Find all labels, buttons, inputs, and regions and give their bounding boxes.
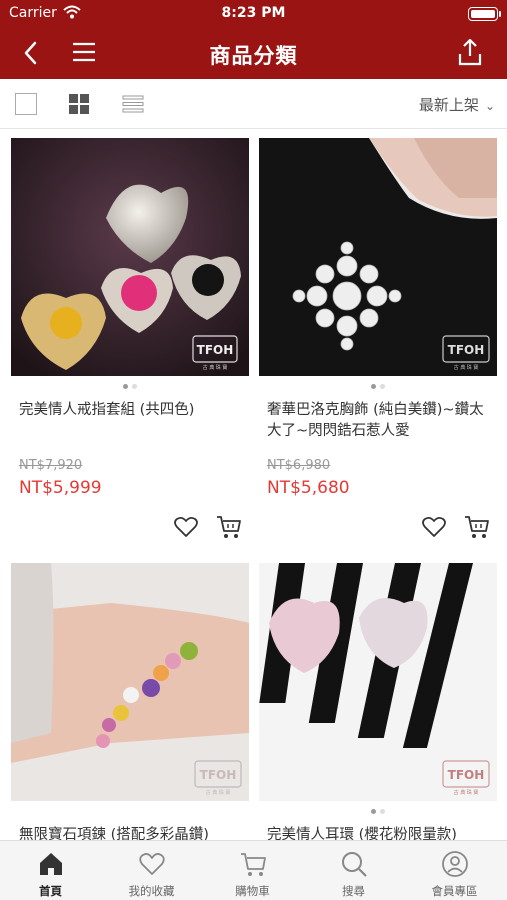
watermark-subtext: 古 典 珠 寶 xyxy=(454,789,479,796)
image-pager xyxy=(11,384,249,389)
original-price: NT$7,920 xyxy=(19,458,83,473)
sort-label: 最新上架 xyxy=(418,96,479,114)
nav-bar: 商品分類 xyxy=(0,28,507,79)
watermark-text: TFOH xyxy=(448,343,485,357)
product-name[interactable]: 完美情人耳環 (櫻花粉限量款) xyxy=(267,825,495,840)
sale-price: NT$5,680 xyxy=(267,478,350,498)
tab-label: 我的收藏 xyxy=(128,884,175,898)
heart-icon xyxy=(139,853,165,875)
watermark-text: TFOH xyxy=(448,768,485,782)
sort-dropdown[interactable]: 最新上架 ⌄ xyxy=(419,94,495,115)
tab-label: 購物車 xyxy=(235,884,270,898)
product-card[interactable]: TFOH 古 典 珠 寶 完美情人戒指套組 (共四色) NT$7,920 NT$… xyxy=(11,138,249,548)
product-name[interactable]: 完美情人戒指套組 (共四色) xyxy=(19,400,247,421)
original-price: NT$6,980 xyxy=(267,458,331,473)
sale-price: NT$5,999 xyxy=(19,478,102,498)
tab-label: 搜尋 xyxy=(342,884,365,898)
product-image[interactable]: TFOH 古 典 珠 寶 xyxy=(11,563,249,801)
product-card[interactable]: TFOH 古 典 珠 寶 奢華巴洛克胸飾 (純白美鑽)~鑽太大了~閃閃鋯石惹人愛… xyxy=(259,138,497,548)
bottom-tab-bar: 首頁 我的收藏 購物車 搜尋 會員專區 xyxy=(0,840,507,900)
cart-icon xyxy=(241,853,266,876)
watermark-text: TFOH xyxy=(197,343,234,357)
top-bar: Carrier 8:23 PM 商品分類 xyxy=(0,0,507,79)
tab-favorites[interactable]: 我的收藏 xyxy=(101,841,202,900)
product-name[interactable]: 奢華巴洛克胸飾 (純白美鑽)~鑽太大了~閃閃鋯石惹人愛 xyxy=(267,400,495,442)
battery-icon xyxy=(468,7,498,21)
tab-member[interactable]: 會員專區 xyxy=(404,841,505,900)
tab-label: 首頁 xyxy=(39,884,62,898)
product-name[interactable]: 無限寶石項鍊 (搭配多彩晶鑽) xyxy=(19,825,247,840)
status-time: 8:23 PM xyxy=(221,5,286,21)
product-image[interactable]: TFOH 古 典 珠 寶 xyxy=(259,138,497,376)
product-image[interactable]: TFOH 古 典 珠 寶 xyxy=(259,563,497,801)
image-pager xyxy=(259,384,497,389)
cart-icon[interactable] xyxy=(464,514,490,540)
search-icon xyxy=(342,852,367,877)
product-grid: TFOH 古 典 珠 寶 完美情人戒指套組 (共四色) NT$7,920 NT$… xyxy=(0,130,507,840)
product-card[interactable]: TFOH 古 典 珠 寶 完美情人耳環 (櫻花粉限量款) xyxy=(259,563,497,840)
product-card[interactable]: TFOH 古 典 珠 寶 無限寶石項鍊 (搭配多彩晶鑽) xyxy=(11,563,249,840)
single-view-icon[interactable] xyxy=(15,93,37,115)
image-pager xyxy=(259,809,497,814)
page-title: 商品分類 xyxy=(209,44,298,68)
grid-view-icon[interactable] xyxy=(68,93,90,115)
product-image[interactable]: TFOH 古 典 珠 寶 xyxy=(11,138,249,376)
share-icon[interactable] xyxy=(457,38,483,66)
chevron-down-icon: ⌄ xyxy=(484,99,495,113)
cart-icon[interactable] xyxy=(216,514,242,540)
tab-label: 會員專區 xyxy=(431,884,478,898)
watermark-text: TFOH xyxy=(200,768,237,782)
tab-cart[interactable]: 購物車 xyxy=(202,841,303,900)
view-toolbar: 最新上架 ⌄ xyxy=(0,79,507,129)
tab-home[interactable]: 首頁 xyxy=(0,841,101,900)
user-icon xyxy=(442,851,468,877)
heart-icon[interactable] xyxy=(174,516,198,538)
home-icon xyxy=(40,853,62,875)
watermark-subtext: 古 典 珠 寶 xyxy=(454,364,479,371)
heart-icon[interactable] xyxy=(422,516,446,538)
list-view-icon[interactable] xyxy=(122,93,144,115)
watermark-subtext: 古 典 珠 寶 xyxy=(203,364,228,371)
watermark-subtext: 古 典 珠 寶 xyxy=(206,789,231,796)
status-bar: Carrier 8:23 PM xyxy=(0,0,507,28)
tab-search[interactable]: 搜尋 xyxy=(303,841,404,900)
